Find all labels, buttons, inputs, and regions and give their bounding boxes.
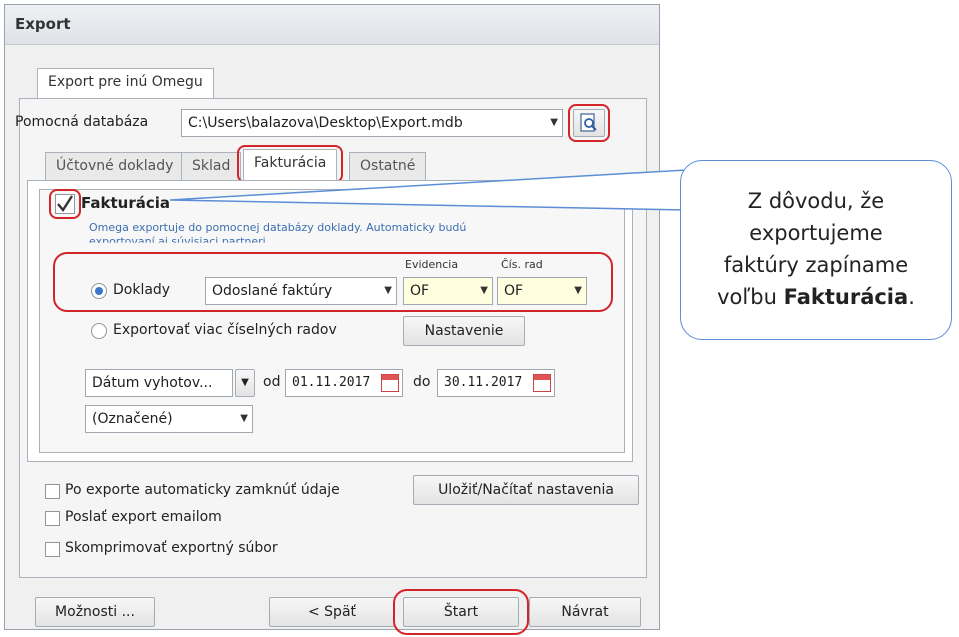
- callout-line-1: Z dôvodu, že: [747, 189, 885, 213]
- callout-line-4: voľbu Fakturácia.: [681, 281, 951, 313]
- callout-line-2: exportujeme: [749, 221, 883, 245]
- callout-suffix: .: [908, 285, 915, 309]
- callout-prefix: voľbu: [717, 285, 784, 309]
- annotation-callout: Z dôvodu, že exportujeme faktúry zapínam…: [680, 160, 952, 340]
- callout-bold: Fakturácia: [783, 285, 909, 309]
- callout-line-3: faktúry zapíname: [723, 253, 909, 277]
